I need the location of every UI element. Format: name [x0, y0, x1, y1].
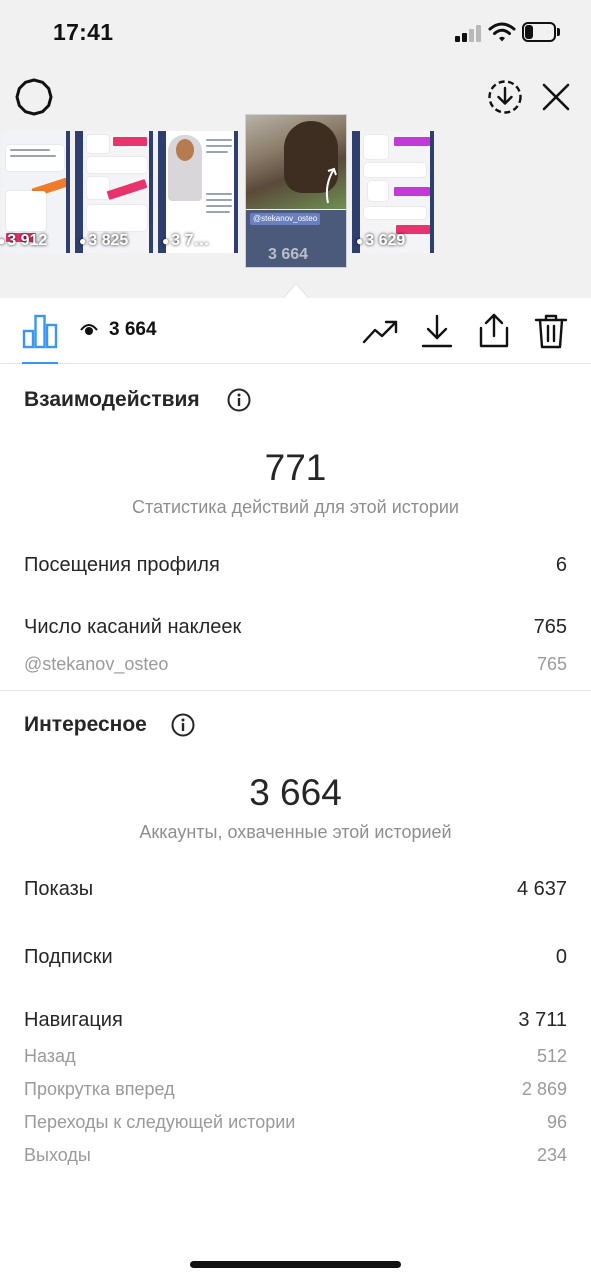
back-label: Назад: [24, 1046, 76, 1066]
story-thumbnail[interactable]: ● 3 629: [352, 131, 434, 253]
interactions-total: 771: [264, 447, 327, 488]
interactions-caption: Статистика действий для этой истории: [132, 497, 459, 517]
back-value: 512: [536, 1046, 567, 1066]
next-story-value: 96: [546, 1112, 567, 1132]
download-icon: [421, 314, 453, 348]
trending-icon: [362, 320, 398, 344]
thumbnail-views: ● 3 629: [356, 232, 406, 249]
forward-label: Прокрутка вперед: [24, 1079, 175, 1099]
mention-sticker-value: 765: [536, 654, 567, 674]
share-button[interactable]: [475, 312, 513, 350]
navigation-label: Навигация: [24, 1009, 123, 1031]
mention-sticker-label: @stekanov_osteo: [24, 654, 169, 674]
interactions-title: Взаимодействия: [24, 388, 200, 411]
exits-label: Выходы: [24, 1145, 91, 1165]
insights-tab[interactable]: [22, 313, 58, 349]
navigation-value: 3 711: [518, 1009, 567, 1031]
bar-chart-icon: [22, 314, 58, 349]
next-story-label: Переходы к следующей истории: [24, 1112, 296, 1132]
status-time: 17:41: [53, 19, 114, 45]
settings-gear-button[interactable]: [14, 77, 54, 117]
thumbnail-views: ● 3 912: [0, 232, 48, 249]
forward-value: 2 869: [521, 1079, 567, 1099]
story-reach-count: 3 664: [109, 319, 157, 340]
cellular-signal-icon: [455, 24, 483, 42]
insights-toolbar: 3 664: [0, 298, 591, 364]
active-tab-indicator: [22, 362, 58, 364]
status-bar: 17:41: [0, 0, 591, 64]
info-icon[interactable]: [171, 713, 195, 737]
eye-icon: [80, 324, 98, 335]
save-story-button[interactable]: [486, 78, 524, 116]
mention-sticker: @stekanov_osteo: [250, 213, 321, 225]
impressions-value: 4 637: [516, 878, 567, 900]
story-thumbnail-strip: ● 3 912 ● 3 825 ● 3 7… @stekanov_osteo 3…: [0, 114, 591, 270]
close-icon: [542, 83, 570, 111]
follows-label: Подписки: [24, 946, 113, 968]
sticker-taps-label: Число касаний наклеек: [24, 616, 242, 638]
accounts-reached-caption: Аккаунты, охваченные этой историей: [139, 822, 452, 842]
battery-icon: [522, 22, 560, 42]
current-story-thumbnail[interactable]: @stekanov_osteo 3 664: [245, 114, 347, 268]
thumbnail-views: ● 3 825: [79, 232, 129, 249]
profile-visits-value: 6: [555, 554, 567, 576]
info-icon[interactable]: [227, 388, 251, 412]
share-icon: [479, 313, 509, 348]
accounts-reached-total: 3 664: [249, 772, 342, 813]
circle-download-icon: [488, 80, 522, 114]
home-indicator[interactable]: [190, 1261, 401, 1268]
story-thumbnail[interactable]: ● 3 825: [75, 131, 153, 253]
follows-value: 0: [555, 946, 567, 968]
trash-icon: [534, 314, 568, 349]
impressions-label: Показы: [24, 878, 94, 900]
thumbnail-views: 3 664: [268, 246, 309, 263]
download-button[interactable]: [418, 312, 456, 350]
section-divider: [0, 690, 591, 691]
close-button[interactable]: [540, 81, 572, 113]
story-thumbnail[interactable]: ● 3 912: [0, 131, 70, 253]
thumbnail-views: ● 3 7…: [162, 232, 210, 249]
selected-story-pointer: [283, 282, 309, 299]
promote-button[interactable]: [362, 312, 400, 350]
discovery-title: Интересное: [24, 713, 147, 736]
sticker-taps-value: 765: [533, 616, 567, 638]
profile-visits-label: Посещения профиля: [24, 554, 220, 576]
story-thumbnail[interactable]: ● 3 7…: [158, 131, 238, 253]
wifi-icon: [488, 22, 516, 42]
delete-button[interactable]: [532, 312, 570, 350]
exits-value: 234: [536, 1145, 567, 1165]
story-header-area: 17:41 ● 3 912 ● 3 825 ● 3 7… @stekanov_o…: [0, 0, 591, 298]
gear-icon: [15, 78, 53, 116]
